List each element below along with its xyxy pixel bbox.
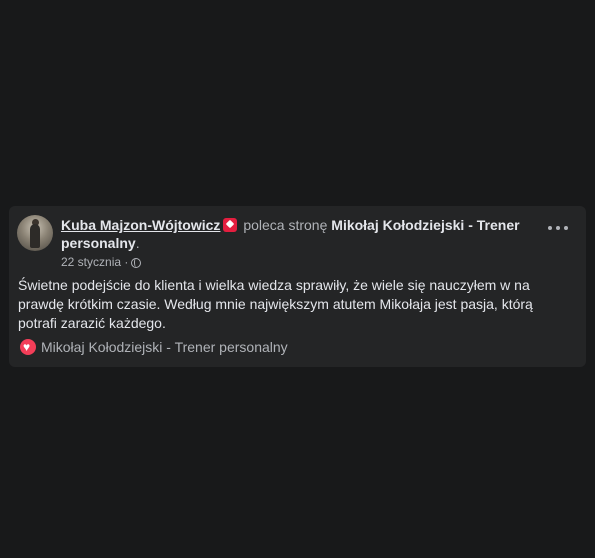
recommended-page-footer[interactable]: Mikołaj Kołodziejski - Trener personalny [20, 338, 288, 356]
post-date-link[interactable]: 22 stycznia [61, 255, 121, 269]
footer-page-name[interactable]: Mikołaj Kołodziejski - Trener personalny [41, 339, 288, 355]
more-options-button[interactable] [548, 222, 568, 234]
page: Kuba Majzon-Wójtowicz poleca stronę Miko… [0, 0, 595, 558]
review-post-card: Kuba Majzon-Wójtowicz poleca stronę Miko… [9, 206, 586, 367]
globe-icon [131, 258, 142, 268]
author-name-link[interactable]: Kuba Majzon-Wójtowicz [61, 217, 220, 233]
avatar-figure [30, 224, 40, 248]
recommend-badge-icon [223, 218, 238, 232]
post-meta: 22 stycznia · [61, 255, 142, 269]
post-header: Kuba Majzon-Wójtowicz poleca stronę Miko… [61, 216, 531, 252]
review-text: Świetne podejście do klienta i wielka wi… [18, 277, 533, 331]
header-period: . [135, 235, 140, 251]
recommends-text: poleca stronę [243, 217, 328, 233]
more-dot-icon [564, 226, 568, 230]
meta-separator: · [124, 255, 129, 269]
more-dot-icon [556, 226, 560, 230]
heart-icon [20, 338, 36, 356]
more-dot-icon [548, 226, 552, 230]
author-avatar[interactable] [17, 215, 53, 251]
